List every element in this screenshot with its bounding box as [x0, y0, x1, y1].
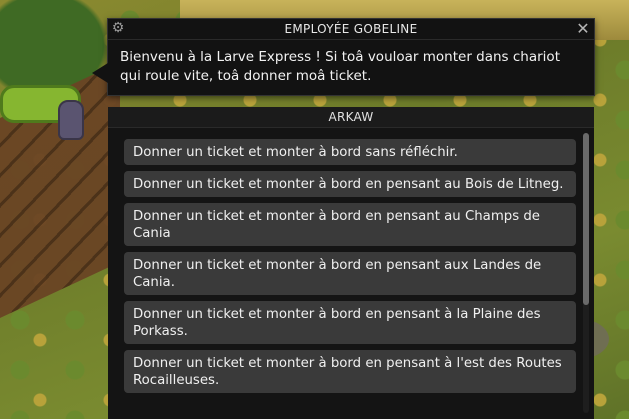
reply-option[interactable]: Donner un ticket et monter à bord en pen…: [124, 203, 576, 246]
close-icon[interactable]: ✕: [575, 19, 591, 38]
reply-panel: ARKAW Donner un ticket et monter à bord …: [108, 107, 594, 419]
reply-scrollbar[interactable]: [583, 133, 589, 413]
npc-message: Bienvenu à la Larve Express ! Si toâ vou…: [120, 49, 560, 84]
goblin-npc[interactable]: [58, 100, 84, 140]
player-name: ARKAW: [328, 110, 374, 124]
scroll-thumb[interactable]: [583, 133, 589, 305]
npc-speech-bubble: ⚙ EMPLOYÉE GOBELINE ✕ Bienvenu à la Larv…: [92, 18, 595, 96]
npc-name: EMPLOYÉE GOBELINE: [284, 22, 418, 36]
speech-bubble-tail: [92, 63, 108, 83]
reply-options-list: Donner un ticket et monter à bord sans r…: [124, 139, 576, 399]
gear-icon[interactable]: ⚙: [110, 20, 126, 36]
reply-option[interactable]: Donner un ticket et monter à bord en pen…: [124, 301, 576, 344]
reply-option[interactable]: Donner un ticket et monter à bord en pen…: [124, 171, 576, 197]
reply-panel-header: ARKAW: [108, 107, 594, 128]
reply-option[interactable]: Donner un ticket et monter à bord sans r…: [124, 139, 576, 165]
reply-option[interactable]: Donner un ticket et monter à bord en pen…: [124, 350, 576, 393]
npc-dialog-header: ⚙ EMPLOYÉE GOBELINE ✕: [108, 19, 594, 40]
reply-option[interactable]: Donner un ticket et monter à bord en pen…: [124, 252, 576, 295]
